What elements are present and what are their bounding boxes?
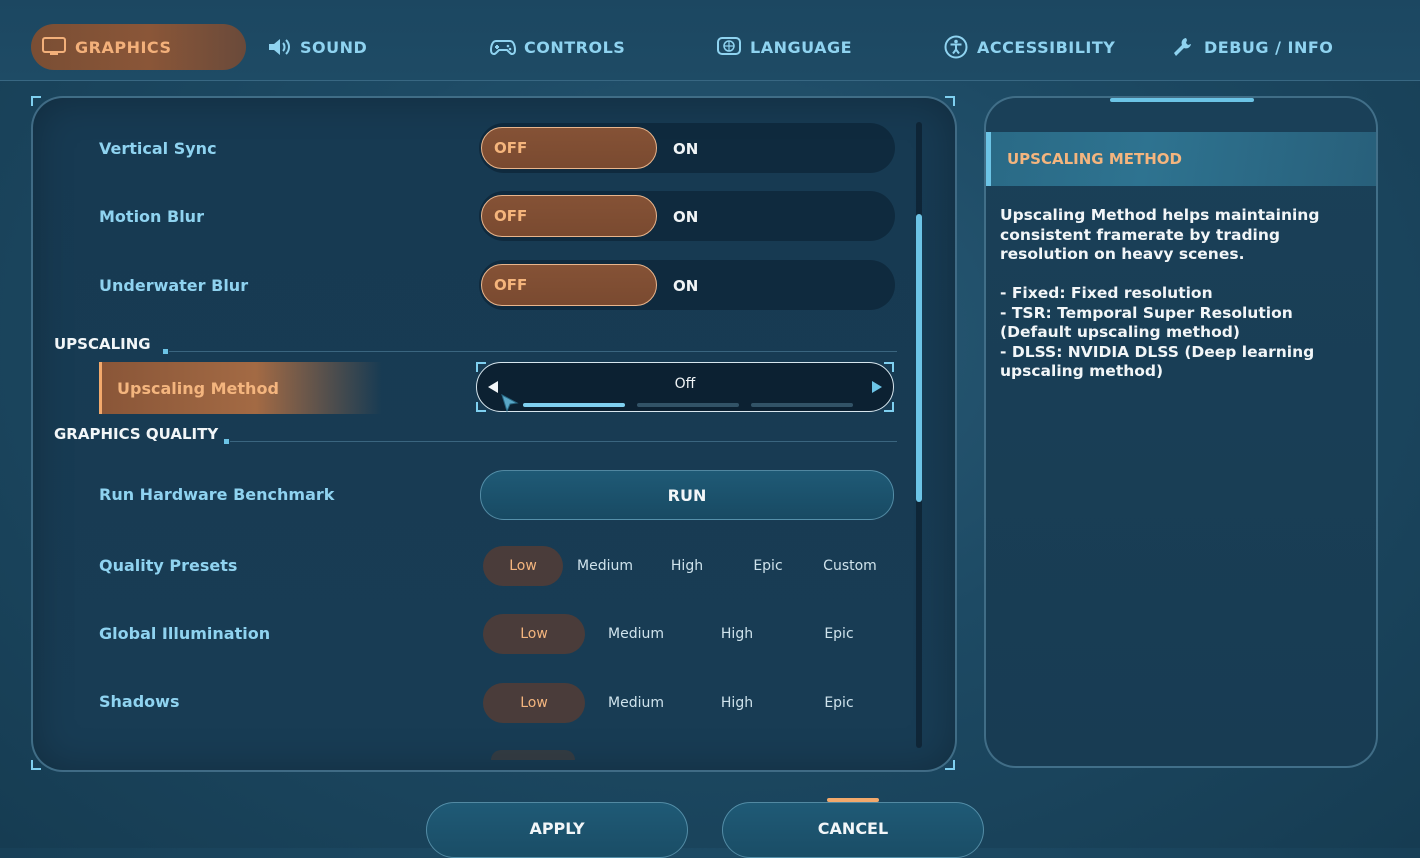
upscaling-method-label: Upscaling Method xyxy=(117,379,279,398)
underwater-blur-off-option[interactable]: OFF xyxy=(481,264,657,306)
panel-corner xyxy=(31,96,41,106)
tab-label: GRAPHICS xyxy=(75,37,172,57)
section-divider xyxy=(230,441,897,442)
scrollbar-thumb[interactable] xyxy=(916,214,922,502)
underwater-blur-label: Underwater Blur xyxy=(99,276,249,295)
vertical-sync-label: Vertical Sync xyxy=(99,139,217,158)
info-item: - DLSS: NVIDIA DLSS (Deep learning upsca… xyxy=(1000,342,1315,381)
tab-graphics[interactable]: GRAPHICS xyxy=(31,24,246,70)
settings-panel: Vertical Sync OFF ON Motion Blur OFF ON … xyxy=(31,96,957,772)
monitor-icon xyxy=(41,36,67,58)
section-divider xyxy=(169,351,897,352)
option-indicator-selected xyxy=(523,403,625,407)
cancel-button[interactable]: CANCEL xyxy=(722,802,984,858)
info-item: - Fixed: Fixed resolution xyxy=(1000,284,1213,302)
global-illumination-label: Global Illumination xyxy=(99,624,271,643)
info-body: Upscaling Method helps maintaining consi… xyxy=(1000,206,1360,382)
global-illumination-medium[interactable]: Medium xyxy=(585,626,687,642)
motion-blur-label: Motion Blur xyxy=(99,207,204,226)
wrench-icon xyxy=(1170,36,1196,58)
quality-preset-medium[interactable]: Medium xyxy=(565,558,645,574)
section-upscaling: UPSCALING xyxy=(54,335,151,353)
motion-blur-off-option[interactable]: OFF xyxy=(481,195,657,237)
motion-blur-on-option[interactable]: ON xyxy=(673,208,698,226)
quality-preset-high[interactable]: High xyxy=(647,558,727,574)
tab-label: CONTROLS xyxy=(524,37,626,57)
selector-corner xyxy=(884,362,894,372)
global-illumination-low[interactable]: Low xyxy=(483,614,585,654)
quality-presets-label: Quality Presets xyxy=(99,556,238,575)
shadows-low[interactable]: Low xyxy=(483,683,585,723)
info-panel-accent xyxy=(1110,98,1254,102)
panel-corner xyxy=(945,96,955,106)
section-graphics-quality: GRAPHICS QUALITY xyxy=(54,425,219,443)
tab-label: SOUND xyxy=(300,37,368,57)
partial-option-pill xyxy=(491,750,575,760)
tab-label: ACCESSIBILITY xyxy=(977,37,1116,57)
gamepad-icon xyxy=(490,36,516,58)
selector-corner xyxy=(884,402,894,412)
info-panel: UPSCALING METHOD Upscaling Method helps … xyxy=(984,96,1378,768)
shadows-medium[interactable]: Medium xyxy=(585,695,687,711)
option-indicator xyxy=(751,403,853,407)
panel-corner xyxy=(31,760,41,770)
quality-preset-custom[interactable]: Custom xyxy=(810,558,890,574)
info-header: UPSCALING METHOD xyxy=(986,132,1376,186)
section-divider-dot xyxy=(224,439,229,444)
upscaling-method-value: Off xyxy=(674,376,696,392)
global-illumination-epic[interactable]: Epic xyxy=(788,626,890,642)
option-indicator xyxy=(637,403,739,407)
panel-corner xyxy=(945,760,955,770)
upscaling-method-selector[interactable]: Off xyxy=(476,362,894,412)
globe-icon xyxy=(716,36,742,58)
global-illumination-high[interactable]: High xyxy=(686,626,788,642)
info-description: Upscaling Method helps maintaining consi… xyxy=(1000,206,1320,263)
info-title: UPSCALING METHOD xyxy=(1007,150,1182,168)
tab-language[interactable]: LANGUAGE xyxy=(716,24,852,70)
quality-preset-low[interactable]: Low xyxy=(483,546,563,586)
vertical-sync-on-option[interactable]: ON xyxy=(673,140,698,158)
underwater-blur-on-option[interactable]: ON xyxy=(673,277,698,295)
benchmark-label: Run Hardware Benchmark xyxy=(99,485,335,504)
arrow-right-icon[interactable] xyxy=(871,379,883,398)
quality-preset-epic[interactable]: Epic xyxy=(728,558,808,574)
tab-controls[interactable]: CONTROLS xyxy=(490,24,625,70)
vertical-sync-off-option[interactable]: OFF xyxy=(481,127,657,169)
shadows-label: Shadows xyxy=(99,692,180,711)
tab-label: DEBUG / INFO xyxy=(1204,37,1334,57)
shadows-epic[interactable]: Epic xyxy=(788,695,890,711)
accessibility-icon xyxy=(943,35,969,59)
mouse-cursor-icon xyxy=(501,393,519,416)
tab-debug-info[interactable]: DEBUG / INFO xyxy=(1170,24,1333,70)
tab-sound[interactable]: SOUND xyxy=(266,24,367,70)
selector-corner xyxy=(476,402,486,412)
top-tab-bar: GRAPHICS SOUND CONTROLS LANGUAGE ACCESSI… xyxy=(0,0,1420,81)
tab-label: LANGUAGE xyxy=(750,37,853,57)
shadows-high[interactable]: High xyxy=(686,695,788,711)
speaker-icon xyxy=(266,36,292,58)
info-item: - TSR: Temporal Super Resolution (Defaul… xyxy=(1000,303,1293,342)
run-benchmark-button[interactable]: RUN xyxy=(480,470,894,520)
selector-corner xyxy=(476,362,486,372)
tab-accessibility[interactable]: ACCESSIBILITY xyxy=(943,24,1115,70)
apply-button[interactable]: APPLY xyxy=(426,802,688,858)
section-divider-dot xyxy=(163,349,168,354)
